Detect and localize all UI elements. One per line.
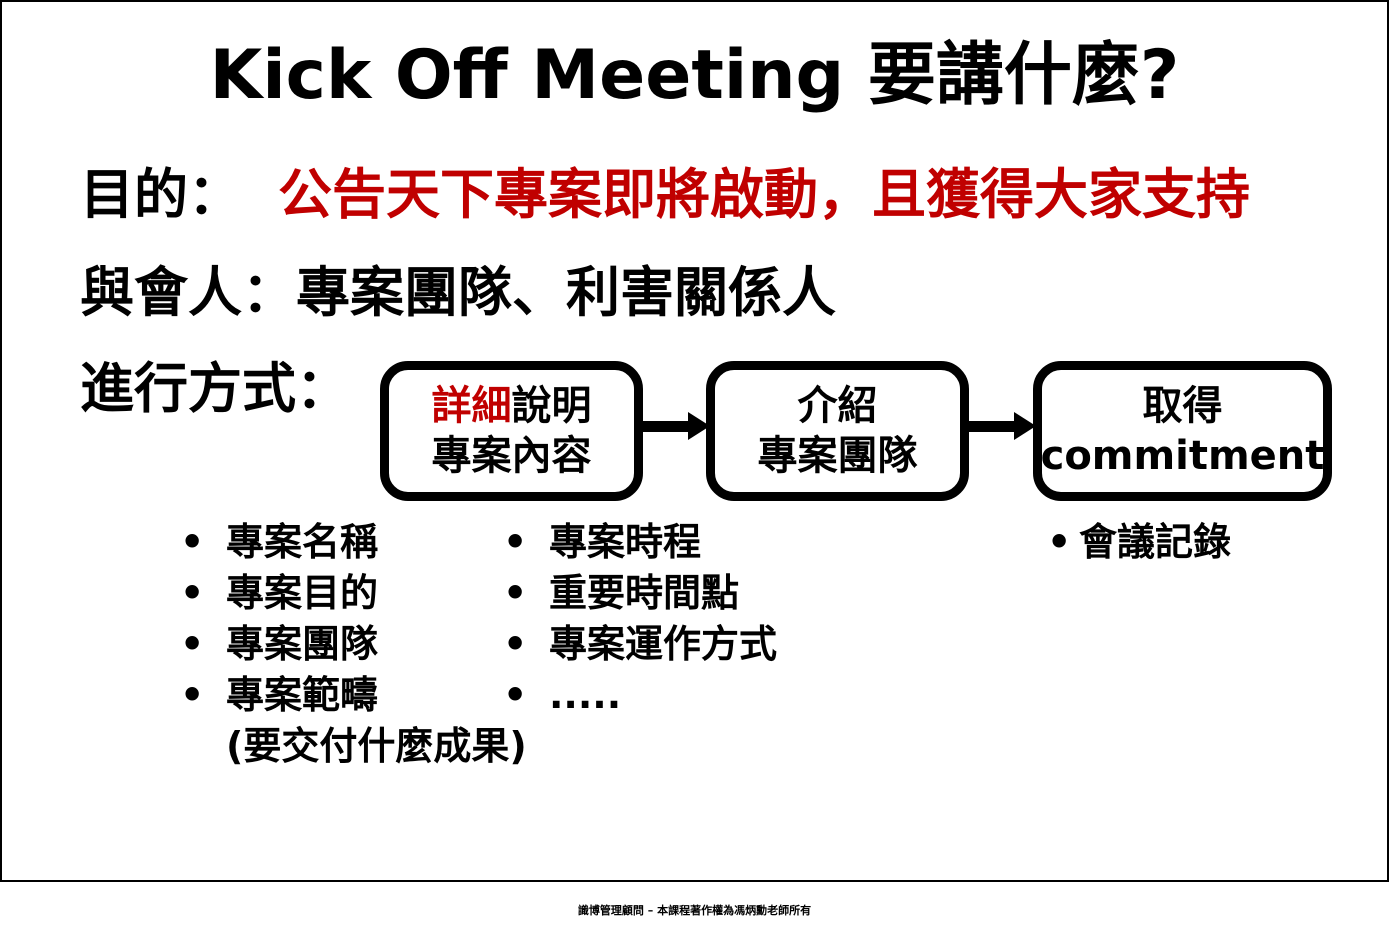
purpose-line: 目的： 公告天下專案即將啟動，且獲得大家支持 <box>80 163 1250 227</box>
bullet-list-project-content: • 專案名稱 • 專案目的 • 專案團隊 • 專案範疇 (要交付什麼成果) <box>180 517 527 772</box>
bullet-dot: • <box>503 622 528 666</box>
flow-step-explain-line1: 詳細說明 <box>432 381 592 431</box>
participants-label: 與會人： <box>80 261 296 324</box>
purpose-label: 目的： <box>80 163 242 226</box>
flow-step-explain: 詳細說明 專案內容 <box>380 361 643 501</box>
list-item: • 專案團隊 <box>180 619 527 670</box>
flow-step-explain-line2: 專案內容 <box>431 433 592 479</box>
bullet-dot: • <box>180 520 205 564</box>
bullet-list-commitment: • 會議記錄 <box>1047 517 1231 568</box>
bullet-dot: • <box>1047 520 1072 564</box>
participants-line: 與會人：專案團隊、利害關係人 <box>80 261 836 325</box>
slide-title: Kick Off Meeting 要講什麼? <box>209 36 1180 115</box>
bullet-dot: • <box>503 520 528 564</box>
frame-bottom-border <box>0 880 1389 882</box>
flow-step-introduce-line2: 專案團隊 <box>757 433 918 479</box>
bullet-dot: • <box>503 571 528 615</box>
frame-left-border <box>0 0 2 882</box>
list-item: • 專案名稱 <box>180 517 527 568</box>
list-item: • 專案時程 <box>503 517 777 568</box>
slide: Kick Off Meeting 要講什麼? 目的： 公告天下專案即將啟動，且獲得… <box>0 0 1389 931</box>
list-item: • 專案目的 <box>180 568 527 619</box>
flow-step-introduce-line1: 介紹 <box>797 383 878 429</box>
flow-step-introduce: 介紹 專案團隊 <box>706 361 969 501</box>
flow-step-explain-line1-rest: 說明 <box>511 383 592 429</box>
flow-arrow-1 <box>640 412 710 440</box>
participants-value: 專案團隊、利害關係人 <box>296 261 836 324</box>
flow-step-commitment-line2: commitment <box>1040 433 1325 479</box>
flow-step-commitment-line1: 取得 <box>1142 383 1223 429</box>
bullet-list-project-schedule: • 專案時程 • 重要時間點 • 專案運作方式 •..... <box>503 517 777 721</box>
list-item: • 專案運作方式 <box>503 619 777 670</box>
list-item: • 專案範疇 (要交付什麼成果) <box>180 670 527 772</box>
bullet-dot: • <box>180 673 205 717</box>
bullet-dot: • <box>180 622 205 666</box>
flow-arrow-2 <box>966 412 1036 440</box>
list-item: • 重要時間點 <box>503 568 777 619</box>
list-item: • 會議記錄 <box>1047 517 1231 568</box>
flow-step-highlight: 詳細 <box>431 383 512 429</box>
list-item-note: (要交付什麼成果) <box>226 724 527 768</box>
flow-step-commitment: 取得 commitment <box>1033 361 1332 501</box>
bullet-dot: • <box>180 571 205 615</box>
bullet-dot: • <box>503 673 528 717</box>
purpose-value: 公告天下專案即將啟動，且獲得大家支持 <box>278 163 1250 226</box>
list-item: •..... <box>503 670 777 721</box>
frame-top-border <box>0 0 1389 2</box>
copyright-footer: 識博管理顧問 – 本課程著作權為馮炳勳老師所有 <box>577 904 812 917</box>
method-label: 進行方式： <box>80 357 350 420</box>
